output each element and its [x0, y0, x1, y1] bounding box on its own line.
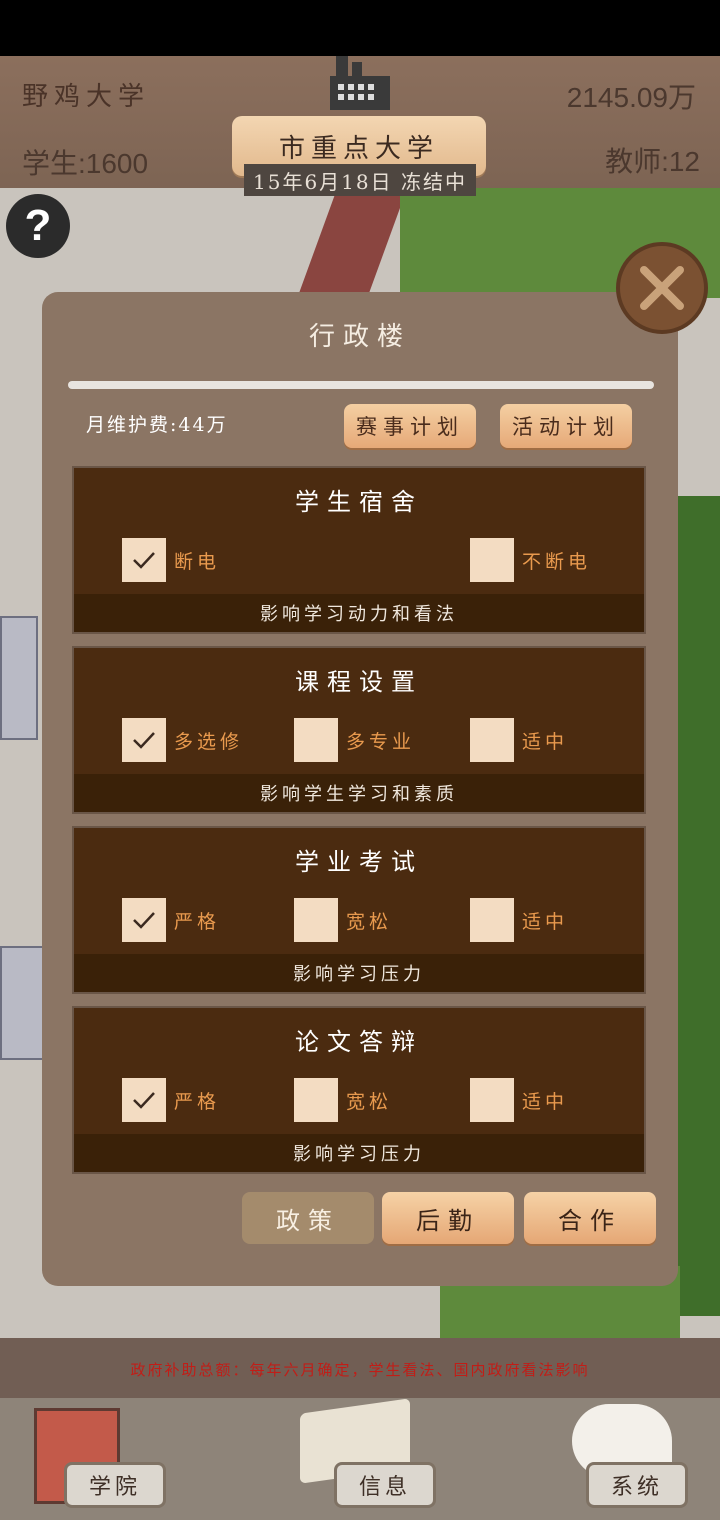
game-screen: 野鸡大学 2145.09万 学生:1600 教师:12 市重点大学 15年6月1…	[0, 56, 720, 1520]
question-mark-icon: ?	[24, 201, 52, 250]
panel-title: 学生宿舍	[295, 488, 423, 516]
activity-plan-button[interactable]: 活动计划	[500, 404, 632, 448]
panel-footer: 影响学习动力和看法	[74, 594, 644, 632]
checkbox-unchecked[interactable]	[294, 1078, 338, 1122]
map-hedge	[676, 496, 720, 1316]
admin-building-dialog: 行政楼 月维护费:44万 赛事计划 活动计划 学生宿舍 断电 不断电 影响学习动…	[42, 292, 678, 1286]
bottom-nav: 学院 信息 系统	[0, 1398, 720, 1520]
panel-title: 论文答辩	[295, 1028, 423, 1056]
option-label: 多专业	[346, 730, 416, 753]
panel-title: 课程设置	[295, 668, 423, 696]
option-label: 严格	[174, 910, 221, 933]
close-button[interactable]	[616, 242, 708, 334]
checkbox-unchecked[interactable]	[470, 898, 514, 942]
factory-icon	[320, 56, 400, 110]
panel-footer: 影响学习压力	[74, 954, 644, 992]
checkbox-checked[interactable]	[122, 718, 166, 762]
panel-title: 学业考试	[295, 848, 423, 876]
nav-info[interactable]: 信息	[334, 1462, 436, 1508]
option-strict[interactable]: 严格	[122, 898, 220, 942]
tab-logistics[interactable]: 后勤	[382, 1192, 514, 1244]
nav-system[interactable]: 系统	[586, 1462, 688, 1508]
option-electives[interactable]: 多选修	[122, 718, 243, 762]
close-icon	[640, 266, 684, 310]
option-moderate[interactable]: 适中	[470, 718, 568, 762]
tab-policy[interactable]: 政策	[242, 1192, 374, 1244]
map-building	[0, 616, 38, 740]
checkbox-checked[interactable]	[122, 538, 166, 582]
university-name: 野鸡大学	[22, 82, 151, 112]
news-ticker: 政府补助总额：每年六月确定，学生看法、国内政府看法影响	[0, 1338, 720, 1400]
tab-cooperation[interactable]: 合作	[524, 1192, 656, 1244]
event-plan-button[interactable]: 赛事计划	[344, 404, 476, 448]
checkbox-unchecked[interactable]	[470, 538, 514, 582]
option-moderate[interactable]: 适中	[470, 1078, 568, 1122]
map-building	[0, 946, 44, 1060]
checkbox-unchecked[interactable]	[470, 1078, 514, 1122]
panel-thesis: 论文答辩 严格 宽松 适中 影响学习压力	[72, 1006, 646, 1174]
option-label: 适中	[522, 730, 569, 753]
option-power-off[interactable]: 断电	[122, 538, 220, 582]
option-power-on[interactable]: 不断电	[470, 538, 591, 582]
progress-bar	[68, 381, 654, 389]
help-button[interactable]: ?	[6, 194, 70, 258]
option-strict[interactable]: 严格	[122, 1078, 220, 1122]
option-label: 宽松	[346, 910, 393, 933]
option-label: 多选修	[174, 730, 244, 753]
check-icon	[133, 732, 155, 749]
nav-college[interactable]: 学院	[64, 1462, 166, 1508]
check-icon	[133, 912, 155, 929]
checkbox-checked[interactable]	[122, 898, 166, 942]
check-icon	[133, 1092, 155, 1109]
option-label: 不断电	[522, 550, 592, 573]
option-label: 断电	[174, 550, 221, 573]
check-icon	[133, 552, 155, 569]
option-lenient[interactable]: 宽松	[294, 1078, 392, 1122]
panel-exams: 学业考试 严格 宽松 适中 影响学习压力	[72, 826, 646, 994]
panel-dormitory: 学生宿舍 断电 不断电 影响学习动力和看法	[72, 466, 646, 634]
teacher-count: 教师:12	[605, 146, 700, 177]
checkbox-unchecked[interactable]	[470, 718, 514, 762]
monthly-fee: 月维护费:44万	[86, 414, 228, 436]
option-moderate[interactable]: 适中	[470, 898, 568, 942]
checkbox-checked[interactable]	[122, 1078, 166, 1122]
panel-footer: 影响学习压力	[74, 1134, 644, 1172]
student-count: 学生:1600	[22, 148, 149, 179]
checkbox-unchecked[interactable]	[294, 898, 338, 942]
option-majors[interactable]: 多专业	[294, 718, 415, 762]
panel-footer: 影响学生学习和素质	[74, 774, 644, 812]
date-status: 15年6月18日 冻结中	[244, 164, 476, 196]
option-label: 适中	[522, 910, 569, 933]
option-label: 严格	[174, 1090, 221, 1113]
option-lenient[interactable]: 宽松	[294, 898, 392, 942]
checkbox-unchecked[interactable]	[294, 718, 338, 762]
option-label: 宽松	[346, 1090, 393, 1113]
funds-value: 2145.09万	[566, 82, 696, 113]
option-label: 适中	[522, 1090, 569, 1113]
dialog-title: 行政楼	[308, 322, 411, 352]
panel-curriculum: 课程设置 多选修 多专业 适中 影响学生学习和素质	[72, 646, 646, 814]
